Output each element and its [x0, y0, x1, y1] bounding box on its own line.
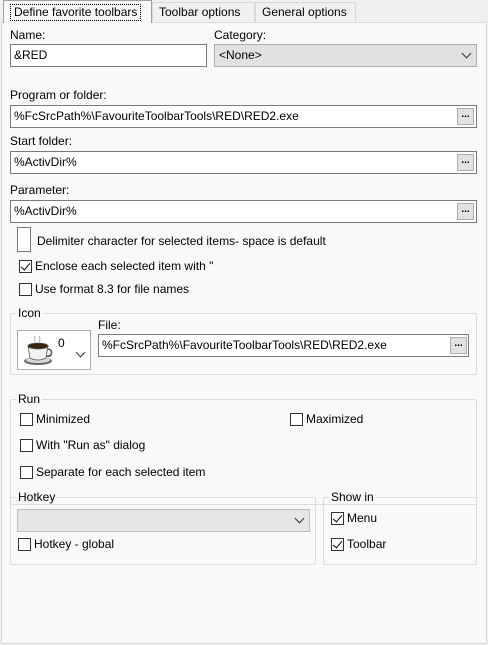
- maximized-label: Maximized: [306, 412, 364, 426]
- icon-file-field[interactable]: %FcSrcPath%\FavouriteToolbarTools\RED\RE…: [98, 334, 469, 357]
- icon-group-title: Icon: [16, 306, 43, 320]
- run-group-title: Run: [16, 392, 43, 406]
- chevron-down-icon: [461, 48, 472, 59]
- show-in-menu-checkbox[interactable]: [331, 512, 344, 525]
- icon-file-browse-button[interactable]: ...: [450, 337, 467, 354]
- delimiter-field[interactable]: [17, 227, 31, 252]
- format83-label: Use format 8.3 for file names: [35, 282, 190, 296]
- program-label: Program or folder:: [10, 88, 107, 102]
- enclose-label: Enclose each selected item with ": [35, 259, 214, 273]
- chevron-down-icon: [75, 347, 86, 358]
- hotkey-global-checkbox[interactable]: [18, 538, 31, 551]
- show-in-toolbar-checkbox[interactable]: [331, 538, 344, 551]
- delimiter-label: Delimiter character for selected items- …: [37, 234, 326, 248]
- separate-checkbox[interactable]: [20, 466, 33, 479]
- category-select[interactable]: <None>: [214, 44, 477, 67]
- hotkey-select[interactable]: [17, 509, 310, 532]
- show-in-menu-label: Menu: [347, 511, 378, 525]
- show-in-toolbar-label: Toolbar: [347, 537, 387, 551]
- chevron-down-icon: [294, 513, 305, 524]
- hotkey-global-label: Hotkey - global: [34, 537, 115, 551]
- minimized-label: Minimized: [36, 412, 91, 426]
- program-field[interactable]: %FcSrcPath%\FavouriteToolbarTools\RED\RE…: [10, 105, 477, 128]
- tab-label: Toolbar options: [159, 5, 241, 19]
- coffee-cup-icon: [24, 335, 53, 365]
- icon-file-label: File:: [98, 318, 121, 332]
- tab-panel: Name: &RED Category: <None> Program or f…: [1, 22, 487, 644]
- name-field[interactable]: &RED: [10, 44, 207, 67]
- icon-index: 0: [58, 336, 65, 350]
- tab-label: General options: [262, 5, 347, 19]
- parameter-label: Parameter:: [10, 183, 70, 197]
- category-label: Category:: [214, 28, 267, 42]
- parameter-field[interactable]: %ActivDir%: [10, 200, 477, 223]
- show-in-group: [323, 497, 477, 565]
- name-label: Name:: [10, 28, 46, 42]
- separate-label: Separate for each selected item: [36, 465, 206, 479]
- start-folder-browse-button[interactable]: ...: [457, 154, 474, 171]
- start-folder-label: Start folder:: [10, 134, 73, 148]
- maximized-checkbox[interactable]: [290, 413, 303, 426]
- start-folder-field[interactable]: %ActivDir%: [10, 151, 477, 174]
- run-as-label: With "Run as" dialog: [36, 438, 146, 452]
- icon-picker[interactable]: 0: [17, 330, 91, 370]
- category-value: <None>: [219, 48, 262, 62]
- tab-toolbar-options[interactable]: Toolbar options: [152, 2, 255, 22]
- hotkey-group-title: Hotkey: [16, 490, 58, 504]
- tab-general-options[interactable]: General options: [255, 2, 356, 22]
- program-browse-button[interactable]: ...: [457, 108, 474, 125]
- tab-define-favorite-toolbars[interactable]: Define favorite toolbars: [3, 0, 152, 23]
- minimized-checkbox[interactable]: [20, 413, 33, 426]
- show-in-group-title: Show in: [329, 490, 376, 504]
- run-as-checkbox[interactable]: [20, 439, 33, 452]
- parameter-browse-button[interactable]: ...: [457, 203, 474, 220]
- tab-label: Define favorite toolbars: [10, 4, 142, 21]
- format83-checkbox[interactable]: [19, 283, 32, 296]
- enclose-checkbox[interactable]: [19, 260, 32, 273]
